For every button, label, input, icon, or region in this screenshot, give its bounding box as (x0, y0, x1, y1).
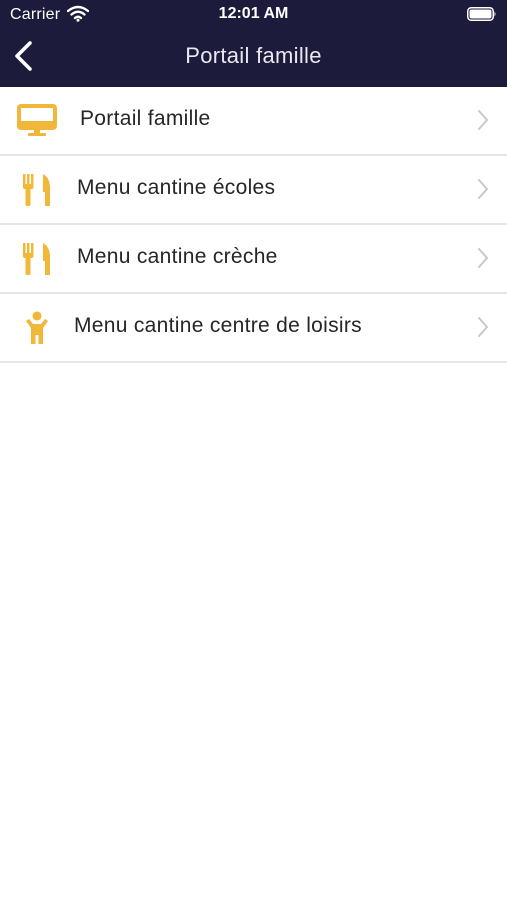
page-title: Portail famille (185, 43, 322, 68)
chevron-right-icon (478, 317, 488, 337)
child-icon (14, 294, 60, 361)
clock-label: 12:01 AM (218, 5, 289, 22)
menu-item-cantine-ecoles[interactable]: Menu cantine écoles (0, 156, 507, 225)
menu-item-portail-famille[interactable]: Portail famille (0, 87, 507, 156)
menu-list: Portail famille Menu cantine écoles Menu… (0, 87, 507, 363)
status-bar: Carrier 12:01 AM (0, 0, 507, 30)
menu-item-label: Menu cantine centre de loisirs (74, 314, 362, 337)
menu-item-label: Menu cantine écoles (77, 176, 276, 199)
cutlery-icon (14, 156, 60, 223)
cutlery-icon (14, 225, 60, 292)
navigation-bar: Portail famille (0, 30, 507, 87)
chevron-right-icon (478, 248, 488, 268)
battery-icon (467, 7, 496, 21)
menu-item-label: Portail famille (80, 107, 211, 130)
menu-item-cantine-centre-loisirs[interactable]: Menu cantine centre de loisirs (0, 294, 507, 363)
menu-item-label: Menu cantine crèche (77, 245, 278, 268)
back-button[interactable] (10, 39, 38, 73)
chevron-left-icon (15, 41, 32, 71)
top-bar: Carrier 12:01 AM Portail famille (0, 0, 507, 87)
chevron-right-icon (478, 179, 488, 199)
chevron-right-icon (478, 110, 488, 130)
monitor-icon (14, 87, 60, 154)
menu-item-cantine-creche[interactable]: Menu cantine crèche (0, 225, 507, 294)
